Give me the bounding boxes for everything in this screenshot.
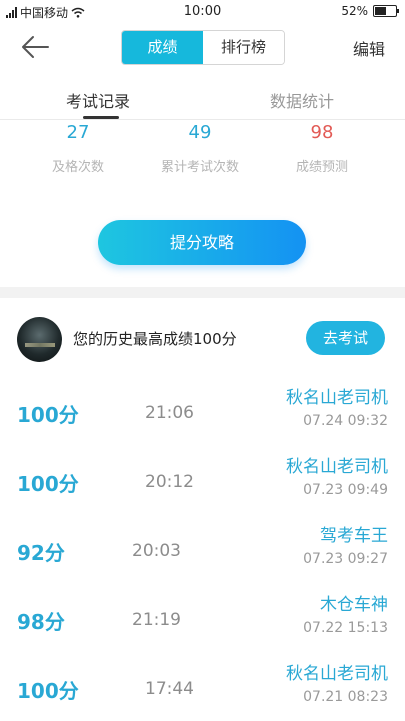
- record-duration: 20:12: [145, 472, 194, 492]
- tab-exam-records[interactable]: 考试记录: [66, 88, 130, 112]
- section-separator: [0, 287, 405, 298]
- stat-total-exams-value: 49: [188, 122, 212, 143]
- record-row[interactable]: 100分 21:06 秋名山老司机 07.24 09:32: [0, 377, 405, 445]
- tab-divider: [0, 119, 405, 120]
- battery-icon: [373, 5, 399, 17]
- segment-control: 成绩 排行榜: [121, 30, 285, 65]
- record-score: 92分: [17, 541, 65, 565]
- tab-data-stats[interactable]: 数据统计: [270, 88, 334, 112]
- record-score: 98分: [17, 610, 65, 634]
- record-title: 驾考车王: [320, 526, 388, 546]
- nav-header: 成绩 排行榜 编辑: [0, 24, 405, 70]
- record-duration: 17:44: [145, 679, 194, 699]
- record-duration: 21:19: [132, 610, 181, 630]
- record-date: 07.23 09:27: [303, 551, 388, 567]
- record-date: 07.24 09:32: [303, 413, 388, 429]
- record-duration: 21:06: [145, 403, 194, 423]
- record-date: 07.22 15:13: [303, 620, 388, 636]
- record-row[interactable]: 100分 17:44 秋名山老司机 07.21 08:23: [0, 653, 405, 721]
- stat-pass-count-value: 27: [66, 122, 90, 143]
- record-title: 木仓车神: [320, 595, 388, 615]
- record-duration: 20:03: [132, 541, 181, 561]
- status-bar: 中国移动 10:00 52%: [0, 0, 405, 22]
- record-title: 秋名山老司机: [286, 664, 388, 684]
- record-score: 100分: [17, 679, 79, 703]
- improve-score-button[interactable]: 提分攻略: [98, 220, 306, 265]
- record-date: 07.23 09:49: [303, 482, 388, 498]
- record-row[interactable]: 98分 21:19 木仓车神 07.22 15:13: [0, 584, 405, 652]
- record-score: 100分: [17, 403, 79, 427]
- stat-pass-count-label: 及格次数: [51, 160, 104, 175]
- record-row[interactable]: 100分 20:12 秋名山老司机 07.23 09:49: [0, 446, 405, 514]
- take-exam-button[interactable]: 去考试: [306, 321, 385, 355]
- record-title: 秋名山老司机: [286, 457, 388, 477]
- back-arrow-icon[interactable]: [20, 34, 50, 60]
- avatar: [17, 317, 62, 362]
- battery-percent: 52%: [341, 4, 368, 18]
- status-right: 52%: [341, 4, 399, 18]
- stat-score-prediction-label: 成绩预测: [295, 160, 348, 175]
- record-score: 100分: [17, 472, 79, 496]
- record-row[interactable]: 92分 20:03 驾考车王 07.23 09:27: [0, 515, 405, 583]
- stat-total-exams-label: 累计考试次数: [160, 160, 239, 175]
- record-title: 秋名山老司机: [286, 388, 388, 408]
- stat-pass-count: 27 及格次数: [18, 122, 138, 175]
- edit-button[interactable]: 编辑: [353, 36, 385, 60]
- record-date: 07.21 08:23: [303, 689, 388, 705]
- best-score-text: 您的历史最高成绩100分: [73, 330, 237, 348]
- stat-score-prediction: 98 成绩预测: [262, 122, 382, 175]
- segment-ranking[interactable]: 排行榜: [203, 31, 284, 64]
- tab-bar: 考试记录 数据统计: [0, 80, 405, 120]
- stat-score-prediction-value: 98: [310, 122, 334, 143]
- segment-score[interactable]: 成绩: [122, 31, 203, 64]
- stat-total-exams: 49 累计考试次数: [140, 122, 260, 175]
